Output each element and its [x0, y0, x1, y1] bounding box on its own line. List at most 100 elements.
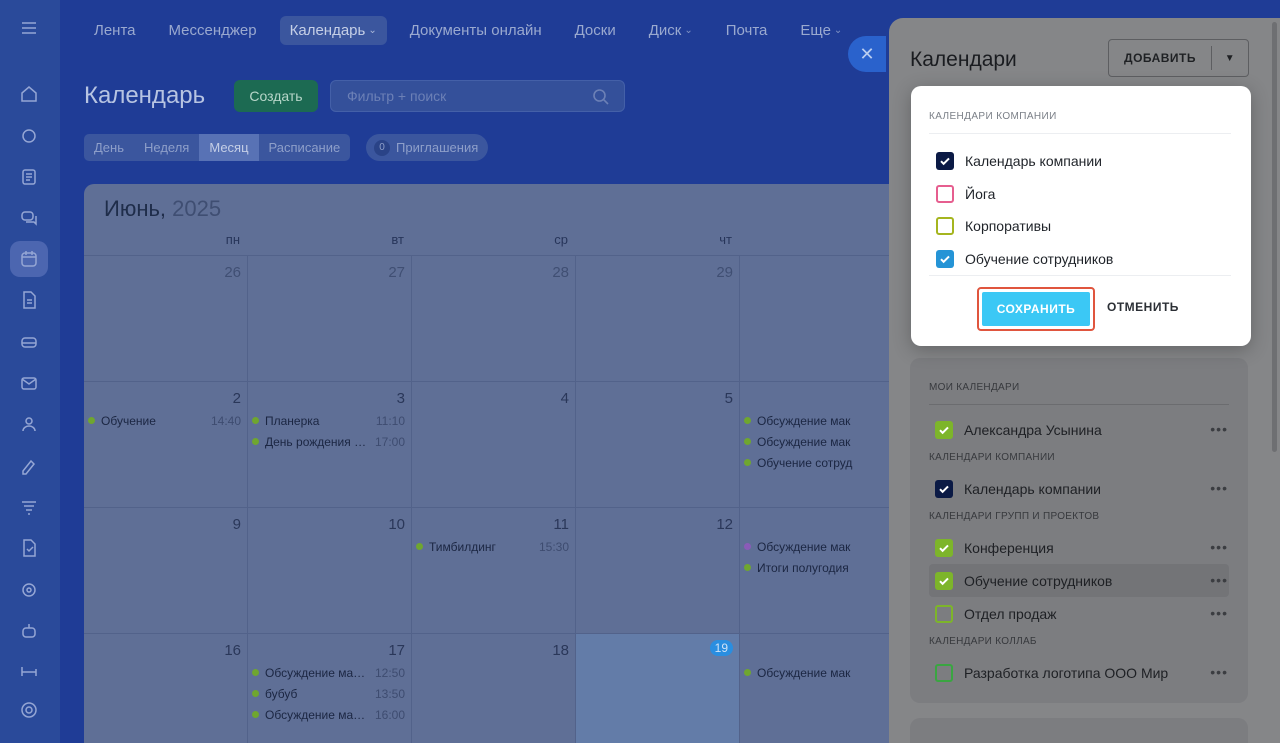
checkbox-unchecked[interactable] [935, 663, 953, 682]
day-cell[interactable]: 11 Тимбилдинг 15:30 [412, 508, 576, 634]
rail-mail[interactable] [10, 365, 48, 401]
calendar-row[interactable]: Отдел продаж ••• [910, 597, 1248, 630]
day-cell[interactable]: 4 [412, 382, 576, 508]
calendar-row[interactable]: Обучение сотрудников ••• [929, 564, 1229, 597]
checkbox-checked[interactable] [935, 571, 953, 590]
panel-scrollbar[interactable] [1272, 22, 1277, 452]
filter-search-input[interactable]: Фильтр + поиск [330, 80, 625, 112]
view-tab[interactable]: День [84, 134, 134, 161]
calendar-event[interactable]: Обучение 14:40 [88, 410, 241, 431]
view-tab[interactable]: Расписание [259, 134, 351, 161]
cancel-button[interactable]: ОТМЕНИТЬ [1107, 300, 1179, 314]
day-cell[interactable]: 10 [248, 508, 412, 634]
rail-filter[interactable] [10, 489, 48, 525]
day-cell[interactable]: Обсуждение мак [740, 634, 904, 743]
rail-document[interactable] [10, 282, 48, 318]
checkbox-checked[interactable] [935, 479, 953, 498]
calendar-row[interactable]: Александра Усынина ••• [910, 413, 1248, 446]
rail-chat[interactable] [10, 200, 48, 236]
nav-item-label: Почта [725, 21, 768, 39]
nav-item[interactable]: Еще ⌄ [790, 16, 852, 45]
close-slider-button[interactable]: ✕ [848, 36, 886, 72]
more-options-icon[interactable]: ••• [1210, 664, 1228, 680]
calendar-event[interactable]: Обсуждение мак [744, 410, 897, 431]
day-cell[interactable]: 26 [84, 256, 248, 382]
rail-drive[interactable] [10, 324, 48, 360]
checkbox-checked[interactable] [935, 420, 953, 439]
calendar-row[interactable]: Конференция ••• [910, 531, 1248, 564]
day-cell[interactable]: 9 [84, 508, 248, 634]
nav-item[interactable]: Документы онлайн [400, 16, 552, 45]
more-options-icon[interactable]: ••• [1210, 605, 1228, 621]
add-calendar-button[interactable]: ДОБАВИТЬ ▼ [1108, 39, 1249, 77]
day-cell[interactable]: 27 [248, 256, 412, 382]
calendar-event[interactable]: Обсуждение мак… 16:00 [252, 704, 405, 725]
nav-item[interactable]: Доски [565, 16, 626, 45]
more-options-icon[interactable]: ••• [1210, 572, 1228, 588]
rail-puzzle[interactable] [10, 118, 48, 154]
popup-calendar-row[interactable]: Обучение сотрудников [911, 243, 1251, 276]
popup-calendar-row[interactable]: Корпоративы [911, 210, 1251, 243]
search-icon[interactable] [592, 88, 610, 106]
more-options-icon[interactable]: ••• [1210, 421, 1228, 437]
nav-item[interactable]: Мессенджер [159, 16, 267, 45]
day-cell[interactable]: 3 Планерка 11:10 День рождения к… 17:00 [248, 382, 412, 508]
rail-bed[interactable] [10, 652, 48, 688]
day-cell[interactable]: 5 [576, 382, 740, 508]
calendar-event[interactable]: Тимбилдинг 15:30 [416, 536, 569, 557]
view-tab[interactable]: Месяц [199, 134, 259, 161]
more-options-icon[interactable]: ••• [1210, 480, 1228, 496]
calendar-event[interactable]: Обсуждение мак [744, 536, 897, 557]
day-cell[interactable]: Обсуждение мак Итоги полугодия [740, 508, 904, 634]
rail-news[interactable] [10, 159, 48, 195]
check-icon [939, 577, 949, 585]
calendar-row[interactable]: Разработка логотипа ООО Мир ••• [910, 656, 1248, 689]
day-cell[interactable]: 18 [412, 634, 576, 743]
day-cell[interactable]: 19 [576, 634, 740, 743]
day-cell[interactable]: 17 Обсуждение мак… 12:50 бубуб 13:50 Обсужден… [248, 634, 412, 743]
calendar-event[interactable]: Итоги полугодия [744, 557, 897, 578]
day-cell[interactable]: Обсуждение мак Обсуждение мак Обучение сот… [740, 382, 904, 508]
calendar-event[interactable]: Обсуждение мак… 12:50 [252, 662, 405, 683]
calendar-event[interactable]: День рождения к… 17:00 [252, 431, 405, 452]
day-cell[interactable]: 16 [84, 634, 248, 743]
rail-home[interactable] [10, 76, 48, 112]
day-cell[interactable]: 12 [576, 508, 740, 634]
view-tab[interactable]: Неделя [134, 134, 199, 161]
rail-sign[interactable] [10, 447, 48, 483]
create-button[interactable]: Создать [234, 80, 318, 112]
checkbox-unchecked[interactable] [935, 604, 953, 623]
popup-calendar-row[interactable]: Календарь компании [911, 145, 1251, 178]
calendar-row[interactable]: Календарь компании ••• [910, 472, 1248, 505]
save-button[interactable]: СОХРАНИТЬ [977, 287, 1095, 331]
rail-target[interactable] [10, 572, 48, 608]
calendar-event[interactable]: Обучение сотруд [744, 452, 897, 473]
checkbox-unchecked[interactable] [936, 217, 954, 236]
rail-tasks[interactable] [10, 530, 48, 566]
calendar-event[interactable]: Обсуждение мак [744, 662, 897, 683]
nav-item[interactable]: Почта [716, 16, 778, 45]
day-cell[interactable]: 28 [412, 256, 576, 382]
checkbox-checked[interactable] [936, 249, 954, 268]
day-cell[interactable] [740, 256, 904, 382]
checkbox-unchecked[interactable] [936, 184, 954, 203]
rail-team[interactable] [10, 406, 48, 442]
calendar-event[interactable]: Обсуждение мак [744, 431, 897, 452]
rail-settings[interactable] [10, 692, 48, 728]
checkbox-checked[interactable] [935, 538, 953, 557]
chevron-down-icon[interactable]: ▼ [1212, 53, 1248, 64]
rail-robot[interactable] [10, 613, 48, 649]
rail-menu[interactable] [10, 10, 48, 46]
day-cell[interactable]: 29 [576, 256, 740, 382]
calendar-event[interactable]: Планерка 11:10 [252, 410, 405, 431]
popup-calendar-row[interactable]: Йога [911, 178, 1251, 211]
nav-item[interactable]: Лента [84, 16, 146, 45]
rail-calendar[interactable] [10, 241, 48, 277]
nav-item[interactable]: Календарь ⌄ [279, 15, 387, 45]
nav-item[interactable]: Диск ⌄ [639, 16, 703, 45]
day-cell[interactable]: 2 Обучение 14:40 [84, 382, 248, 508]
invitations-button[interactable]: 0 Приглашения [366, 134, 489, 161]
calendar-event[interactable]: бубуб 13:50 [252, 683, 405, 704]
checkbox-checked[interactable] [936, 152, 954, 171]
more-options-icon[interactable]: ••• [1210, 539, 1228, 555]
